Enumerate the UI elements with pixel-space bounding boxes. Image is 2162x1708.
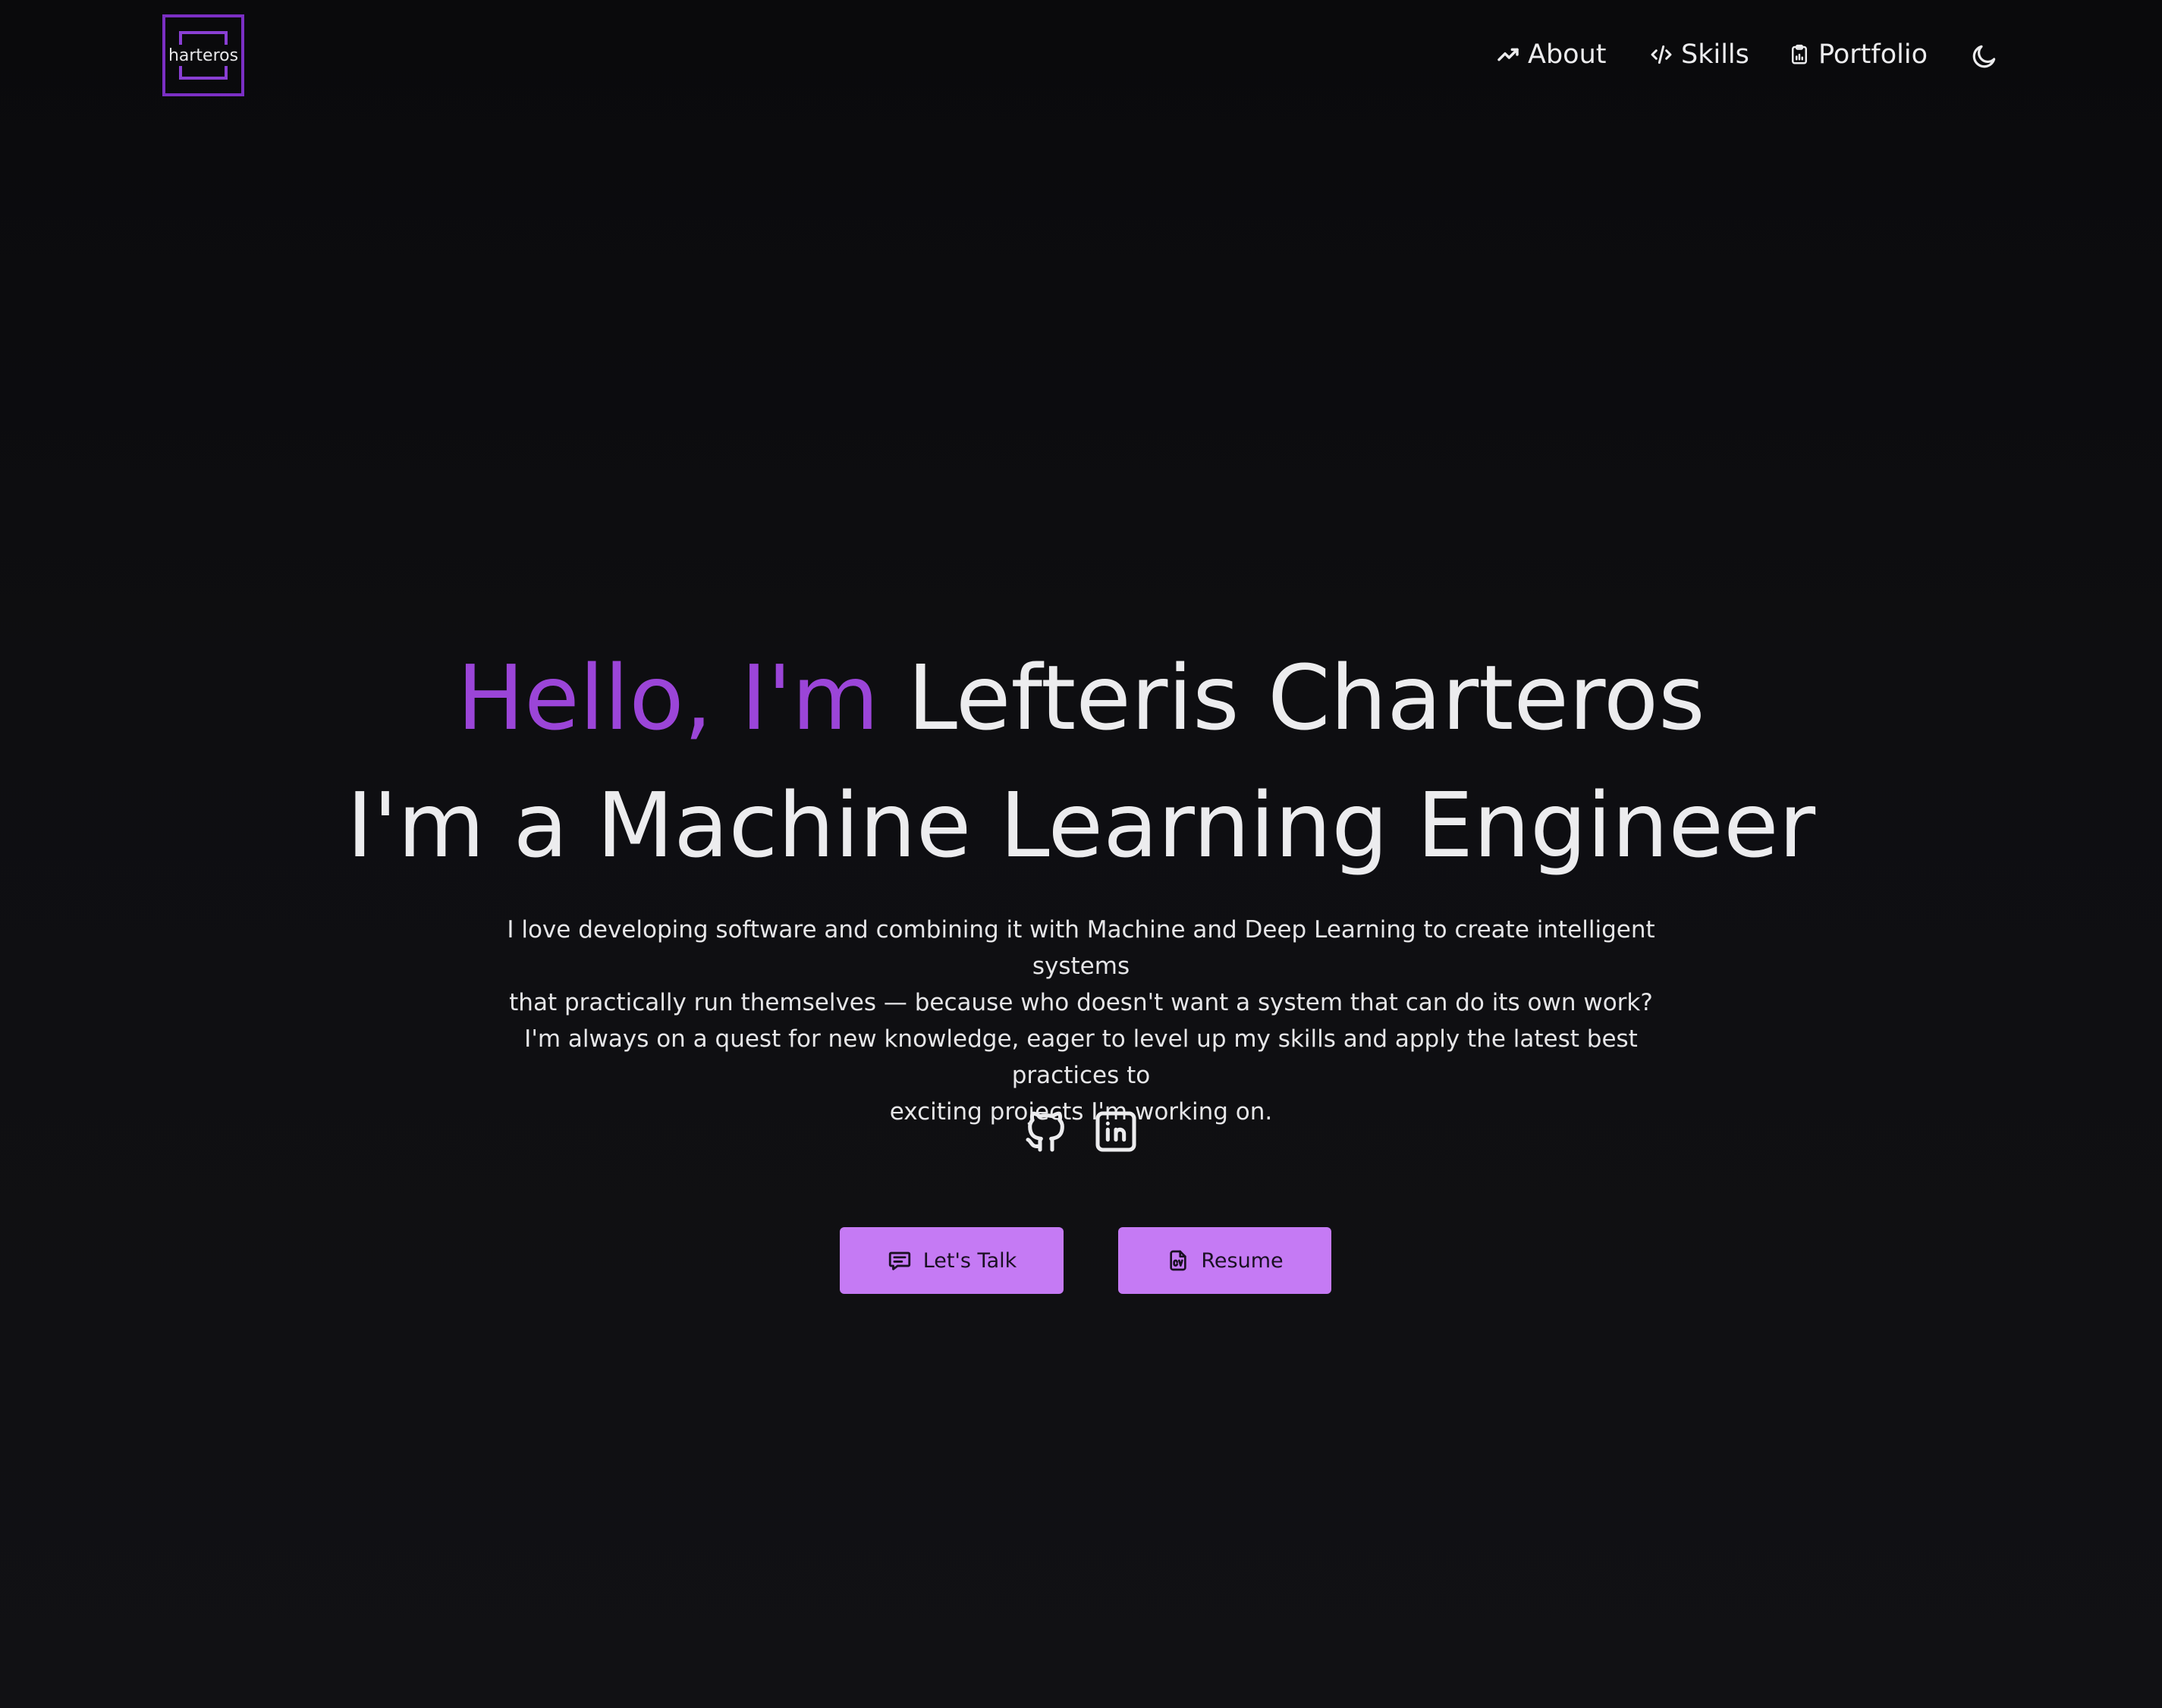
cta-group: Let's Talk Resume xyxy=(0,1227,2162,1294)
logo-text: harteros xyxy=(168,46,239,65)
linkedin-icon xyxy=(1095,1111,1136,1152)
site-header: harteros About Skills Portfolio xyxy=(0,0,2162,114)
nav-about-label: About xyxy=(1528,39,1607,70)
social-links xyxy=(0,1107,2162,1156)
resume-button[interactable]: Resume xyxy=(1118,1227,1331,1294)
resume-label: Resume xyxy=(1201,1248,1284,1273)
hero-description: I love developing software and combining… xyxy=(489,912,1673,1130)
page: harteros About Skills Portfolio Hello, I… xyxy=(0,0,2162,1708)
hero-description-line: I love developing software and combining… xyxy=(507,916,1655,980)
trending-up-icon xyxy=(1497,48,1519,61)
hero-section: Hello, I'm Lefteris Charteros I'm a Mach… xyxy=(0,637,2162,1130)
theme-toggle-button[interactable] xyxy=(1970,41,1999,71)
github-link[interactable] xyxy=(1022,1107,1070,1156)
moon-icon xyxy=(1972,45,1996,68)
hero-description-line: that practically run themselves — becaus… xyxy=(509,989,1653,1016)
github-icon xyxy=(1026,1111,1064,1152)
code-icon xyxy=(1651,45,1672,64)
hero-title: Hello, I'm Lefteris Charteros xyxy=(0,637,2162,758)
clipboard-icon xyxy=(1792,44,1807,64)
hero-description-line: I'm always on a quest for new knowledge,… xyxy=(524,1025,1638,1089)
hero-name: Lefteris Charteros xyxy=(907,645,1705,750)
lets-talk-label: Let's Talk xyxy=(922,1248,1017,1273)
nav-skills-label: Skills xyxy=(1681,39,1749,70)
hero-greeting: Hello, I'm xyxy=(457,645,879,750)
nav-skills[interactable]: Skills xyxy=(1649,39,1749,70)
hero-headline: I'm a Machine Learning Engineer xyxy=(346,773,1816,878)
linkedin-link[interactable] xyxy=(1092,1107,1140,1156)
nav-about[interactable]: About xyxy=(1496,39,1606,70)
nav-portfolio-label: Portfolio xyxy=(1818,39,1928,70)
file-cv-icon xyxy=(1170,1250,1187,1271)
lets-talk-button[interactable]: Let's Talk xyxy=(840,1227,1064,1294)
message-icon xyxy=(888,1251,910,1270)
site-logo[interactable]: harteros xyxy=(162,14,244,96)
nav-portfolio[interactable]: Portfolio xyxy=(1788,39,1928,70)
